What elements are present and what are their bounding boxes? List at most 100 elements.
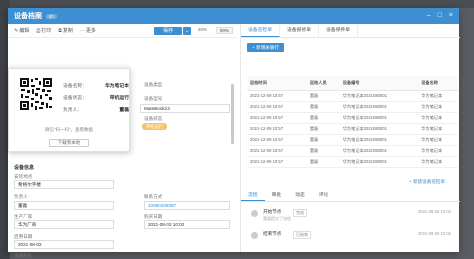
qr-code-popup: 设备名称： 华为笔记本 设备状态： 带机运行 负责人： 董磊 微信“扫一扫”，查看数据… <box>8 68 130 152</box>
table-row[interactable]: 2021-12-09 10:57 董磊 华为笔记本2021080001 华为笔记本 <box>247 156 458 168</box>
minimize-icon[interactable]: – <box>427 12 431 19</box>
table-header-row: 巡检时间 巡检人员 设备编号 设备名称 <box>247 76 458 91</box>
table-cell: 董磊 <box>306 145 340 157</box>
more-button[interactable]: ⋯ 更多 <box>79 27 96 35</box>
table-cell: 华为笔记本2021080001 <box>339 101 419 113</box>
enable-date-input[interactable]: 2021-08-02 <box>14 240 114 249</box>
avatar <box>251 210 258 217</box>
table-cell: 董磊 <box>306 112 340 124</box>
table-cell: 华为笔记本2021080001 <box>339 145 419 157</box>
qr-info-row: 负责人： 董磊 <box>63 107 129 113</box>
device-model-label: 设备型号 <box>144 96 163 101</box>
tab-comments[interactable]: 评论 <box>312 190 336 201</box>
qr-code-image <box>19 77 53 111</box>
table-cell: 华为笔记本 <box>418 101 458 113</box>
save-button[interactable]: 保存 <box>154 27 182 35</box>
modal-title: 设备档案 <box>14 13 42 20</box>
tab-approval[interactable]: 审批 <box>265 190 289 201</box>
qr-info-row: 设备状态： 带机运行 <box>63 95 129 101</box>
form-scrollbar[interactable] <box>231 84 234 144</box>
table-cell: 华为笔记本 <box>418 90 458 102</box>
table-cell: 2021-12-09 10:57 <box>247 123 307 135</box>
tab-maintenance[interactable]: 设备保养单 <box>319 24 358 37</box>
device-status-label: 设备状态 <box>144 116 163 121</box>
device-archive-modal: 设备档案 ID – □ × ✎ 编辑 ⎙ 打印 ⧉ 复制 ⋯ 更多 保存 ⌄ 20% 8… <box>8 8 460 258</box>
process-tabs: 流程 审批 动态 评论 <box>241 190 460 202</box>
device-info-section-title: 设备信息 <box>14 165 35 171</box>
maximize-icon[interactable]: □ <box>438 12 442 19</box>
edit-button[interactable]: ✎ 编辑 <box>14 27 29 35</box>
table-cell: 2021-12-09 10:57 <box>247 90 307 102</box>
qr-info-row: 设备名称： 华为笔记本 <box>63 83 129 89</box>
tab-inspection[interactable]: 设备巡检单 <box>241 24 280 37</box>
print-button[interactable]: ⎙ 打印 <box>36 27 51 35</box>
table-cell: 2021-12-09 10:57 <box>247 101 307 113</box>
window-controls: – □ × <box>427 12 453 19</box>
table-cell: 华为笔记本2021080001 <box>339 112 419 124</box>
zoom-select[interactable]: 80% <box>216 27 234 34</box>
avatar <box>251 232 258 239</box>
table-row[interactable]: 2021-12-09 10:57 董磊 华为笔记本2021080001 华为笔记本 <box>247 90 458 102</box>
column-header[interactable]: 巡检人员 <box>306 76 340 91</box>
copy-button[interactable]: ⧉ 复制 <box>58 27 73 35</box>
tab-process[interactable]: 流程 <box>241 190 265 201</box>
inspection-table: 巡检时间 巡检人员 设备编号 设备名称 2021-12-09 10:57 董磊 华为… <box>247 76 458 168</box>
save-options-dropdown[interactable]: ⌄ <box>183 27 191 35</box>
column-header[interactable]: 设备名称 <box>418 76 458 91</box>
vendor-input[interactable]: 华为厂商 <box>14 220 114 229</box>
table-cell: 2021-12-09 10:57 <box>247 156 307 168</box>
tab-repair[interactable]: 设备报修单 <box>280 24 319 37</box>
table-row[interactable]: 2021-12-09 10:57 董磊 华为笔记本2021080001 华为笔记本 <box>247 101 458 113</box>
device-status-badge[interactable]: 带机运行 <box>142 123 168 130</box>
table-cell: 华为笔记本2021080001 <box>339 123 419 135</box>
table-cell: 华为笔记本2021080001 <box>339 156 419 168</box>
table-cell: 董磊 <box>306 101 340 113</box>
form-toolbar: ✎ 编辑 ⎙ 打印 ⧉ 复制 ⋯ 更多 保存 ⌄ 20% 80% <box>8 24 236 38</box>
modal-titlebar: 设备档案 ID – □ × <box>8 8 459 24</box>
status-badge: 完成 <box>293 209 307 217</box>
column-header[interactable]: 巡检时间 <box>247 76 307 91</box>
qr-info-rows: 设备名称： 华为笔记本 设备状态： 带机运行 负责人： 董磊 <box>63 79 129 115</box>
device-model-input[interactable]: MateBook13 <box>140 104 230 113</box>
contact-input[interactable]: 10980408087 <box>144 201 230 210</box>
table-row[interactable]: 2021-12-09 10:57 董磊 华为笔记本2021080001 华为笔记本 <box>247 123 458 135</box>
timeline-item: 开始节点 完成 2021-08-02 10:02 董磊提交了流程 <box>251 208 451 221</box>
table-cell: 董磊 <box>306 123 340 135</box>
table-cell: 华为笔记本2021080001 <box>339 134 419 146</box>
table-cell: 董磊 <box>306 156 340 168</box>
table-row[interactable]: 2021-12-09 10:57 董磊 华为笔记本2021080001 华为笔记本 <box>247 112 458 124</box>
source-watermark: 知乎 @建融云 <box>370 234 427 244</box>
qr-scan-hint: 微信“扫一扫”，查看数据 <box>45 127 93 132</box>
table-cell: 华为笔记本 <box>418 156 458 168</box>
column-header[interactable]: 设备编号 <box>339 76 419 91</box>
new-inspection-link[interactable]: + 新建设备巡检单 <box>409 179 445 185</box>
form-panel: ✎ 编辑 ⎙ 打印 ⧉ 复制 ⋯ 更多 保存 ⌄ 20% 80% 设备名称： 华… <box>8 24 236 258</box>
related-tabs: 设备巡检单 设备报修单 设备保养单 <box>241 24 460 38</box>
table-cell: 2021-12-09 10:57 <box>247 134 307 146</box>
table-cell: 华为笔记本2021080001 <box>339 90 419 102</box>
device-photo-label: 设备照片 <box>14 253 33 258</box>
status-badge: 已结束 <box>293 231 311 239</box>
table-cell: 董磊 <box>306 134 340 146</box>
close-icon[interactable]: × <box>449 12 453 19</box>
table-cell: 华为笔记本 <box>418 145 458 157</box>
table-cell: 2021-12-09 10:57 <box>247 145 307 157</box>
location-input[interactable]: 希格尔字楼 <box>14 180 114 189</box>
edit-icon: ✎ <box>14 27 19 34</box>
download-qr-button[interactable]: 下载到本地 <box>49 139 89 147</box>
related-panel: 设备巡检单 设备报修单 设备保养单 + 新增关联行 巡检时间 巡检人员 设备编号… <box>240 24 460 252</box>
print-icon: ⎙ <box>36 27 41 34</box>
more-icon: ⋯ <box>79 27 85 34</box>
table-row[interactable]: 2021-12-09 10:57 董磊 华为笔记本2021080001 华为笔记本 <box>247 145 458 157</box>
owner-label: 负责人 <box>14 194 28 199</box>
table-cell: 华为笔记本 <box>418 123 458 135</box>
owner-input[interactable]: 董磊 <box>14 201 114 210</box>
app-background-header <box>10 0 474 8</box>
record-id-tag: ID <box>46 13 57 19</box>
add-related-row-button[interactable]: + 新增关联行 <box>247 43 284 52</box>
purchase-date-input[interactable]: 2021-08-02 10:02 <box>144 220 230 229</box>
copy-icon: ⧉ <box>58 27 62 34</box>
table-row[interactable]: 2021-12-09 10:57 董磊 华为笔记本2021080001 华为笔记本 <box>247 134 458 146</box>
table-cell: 华为笔记本 <box>418 112 458 124</box>
tab-activity[interactable]: 动态 <box>288 190 312 201</box>
